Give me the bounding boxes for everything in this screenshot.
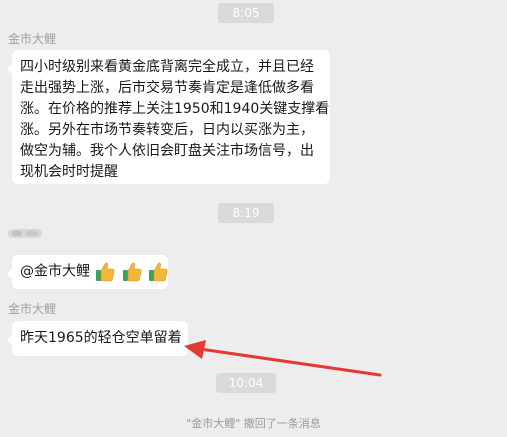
timestamp-label: 8:05	[232, 6, 260, 20]
message-bubble[interactable]: 四小时级别来看黄金底背离完全成立，并且已经 走出强势上涨，后市交易节奏肯定是逢低…	[7, 50, 330, 184]
thumbs-up-icon	[96, 262, 115, 282]
annotation-arrow	[184, 340, 382, 377]
recall-notice: "金市大鲤" 撤回了一条消息	[186, 417, 321, 430]
timestamp: 8:05	[218, 3, 274, 23]
sender-name: 金市大鲤	[8, 32, 57, 46]
message-line: 四小时级别来看黄金底背离完全成立，并且已经	[20, 59, 314, 75]
message-line: 涨。在价格的推荐上关注1950和1940关键支撑看	[20, 101, 330, 117]
message-line: 走出强势上涨，后市交易节奏肯定是逢低做多看	[20, 80, 314, 96]
mention-text: @金市大鲤	[20, 263, 90, 280]
timestamp: 8:19	[218, 203, 274, 223]
timestamp-label: 10:04	[228, 376, 264, 390]
thumbs-up-icon	[149, 262, 168, 282]
message-text: 昨天1965的轻仓空单留着	[20, 330, 182, 346]
obscured-sender-name	[8, 229, 42, 238]
message-bubble[interactable]: @金市大鲤	[7, 255, 168, 289]
message-bubble[interactable]: 昨天1965的轻仓空单留着	[7, 321, 188, 356]
timestamp: 10:04	[216, 373, 276, 393]
thumbs-up-icon	[122, 262, 142, 282]
message-line: 现机会时时提醒	[20, 164, 118, 180]
message-line: 涨。另外在市场节奏转变后，日内以买涨为主，	[20, 122, 314, 138]
message-line: 做空为辅。我个人依旧会盯盘关注市场信号，出	[20, 143, 314, 159]
sender-name: 金市大鲤	[8, 302, 57, 316]
timestamp-label: 8:19	[232, 206, 260, 220]
